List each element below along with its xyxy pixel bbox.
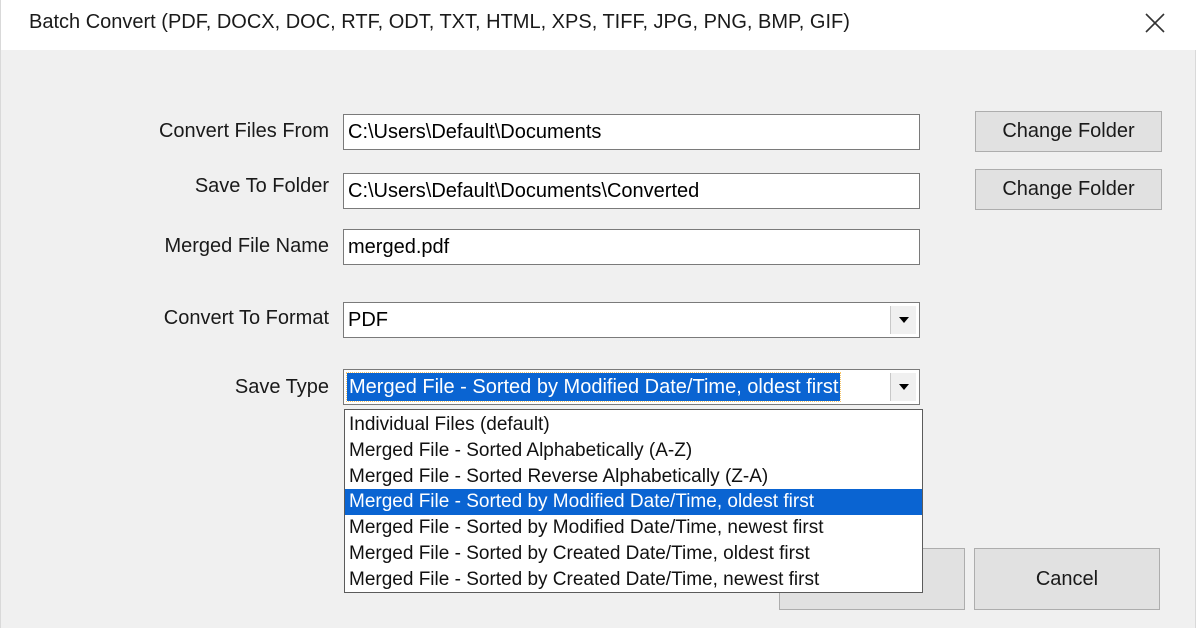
save-type-option[interactable]: Merged File - Sorted Reverse Alphabetica… xyxy=(345,464,922,490)
save-type-option[interactable]: Merged File - Sorted by Created Date/Tim… xyxy=(345,567,922,593)
convert-from-input[interactable] xyxy=(343,114,920,150)
title-bar: Batch Convert (PDF, DOCX, DOC, RTF, ODT,… xyxy=(1,0,1196,50)
batch-convert-dialog: Batch Convert (PDF, DOCX, DOC, RTF, ODT,… xyxy=(0,0,1196,628)
chevron-down-icon xyxy=(898,317,909,323)
chevron-down-icon xyxy=(898,384,909,390)
save-type-select-value: Merged File - Sorted by Modified Date/Ti… xyxy=(345,372,842,402)
close-button[interactable] xyxy=(1135,6,1175,40)
save-type-dropdown-button[interactable] xyxy=(890,373,916,401)
save-to-label: Save To Folder xyxy=(194,175,329,197)
merged-name-input[interactable] xyxy=(343,229,920,265)
cancel-button[interactable]: Cancel xyxy=(974,548,1160,610)
close-icon xyxy=(1145,13,1165,33)
save-type-select[interactable]: Merged File - Sorted by Modified Date/Ti… xyxy=(343,369,920,405)
window-title: Batch Convert (PDF, DOCX, DOC, RTF, ODT,… xyxy=(29,11,850,33)
format-label: Convert To Format xyxy=(163,307,329,329)
save-type-dropdown-list: Individual Files (default) Merged File -… xyxy=(344,409,923,593)
convert-from-label: Convert Files From xyxy=(158,120,329,142)
save-type-option[interactable]: Merged File - Sorted by Modified Date/Ti… xyxy=(345,515,922,541)
save-type-option[interactable]: Merged File - Sorted by Created Date/Tim… xyxy=(345,541,922,567)
save-type-option[interactable]: Individual Files (default) xyxy=(345,412,922,438)
save-type-option-highlighted[interactable]: Merged File - Sorted by Modified Date/Ti… xyxy=(345,489,922,516)
change-destination-folder-button[interactable]: Change Folder xyxy=(975,169,1162,210)
format-select[interactable]: PDF xyxy=(343,302,920,338)
merged-name-label: Merged File Name xyxy=(164,235,329,257)
save-to-input[interactable] xyxy=(343,173,920,209)
save-type-option[interactable]: Merged File - Sorted Alphabetically (A-Z… xyxy=(345,438,922,464)
format-select-value: PDF xyxy=(348,309,388,331)
save-type-label: Save Type xyxy=(234,376,329,398)
format-dropdown-button[interactable] xyxy=(890,306,916,334)
change-source-folder-button[interactable]: Change Folder xyxy=(975,111,1162,152)
